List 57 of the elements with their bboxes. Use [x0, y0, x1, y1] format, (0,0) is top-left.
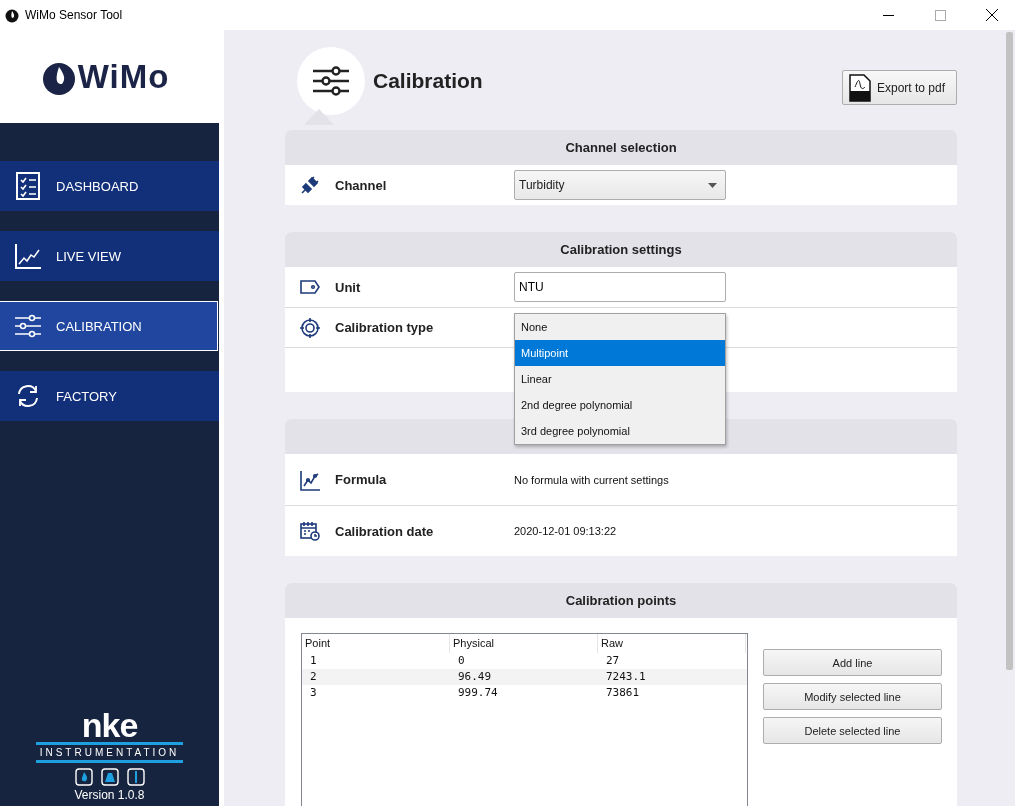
brand-logo-text: nke	[81, 710, 138, 740]
table-cell-text: 3	[309, 685, 318, 701]
dropdown-option[interactable]: None	[515, 314, 725, 340]
nav-item[interactable]: FACTORY	[0, 371, 219, 421]
section-title: Calibration settings	[560, 242, 682, 257]
row-label: Calibration type	[335, 320, 435, 335]
drop-icon	[74, 768, 93, 786]
buoy-icon	[100, 768, 119, 786]
dropdown-option[interactable]: 2nd degree polynomial	[515, 392, 725, 418]
sliders-icon	[313, 66, 349, 96]
dropdown-option[interactable]: Linear	[515, 366, 725, 392]
value-text: No formula with current settings	[514, 473, 669, 486]
action-button[interactable]: Add line	[763, 649, 942, 676]
version-text: Version 1.0.8	[74, 788, 145, 802]
target-icon	[299, 316, 321, 339]
brand-subtitle: INSTRUMENTATION	[35, 742, 184, 763]
table-cell-text: 7243.1	[605, 669, 647, 685]
nav-item[interactable]: DASHBOARD	[0, 161, 219, 211]
row-label: Formula	[335, 472, 388, 487]
checklist-icon	[14, 172, 42, 200]
logo-text: WiMo	[77, 57, 170, 96]
table-cell-text: 73861	[605, 685, 641, 701]
plug-icon	[299, 174, 321, 196]
table-cell-text: 2	[309, 669, 318, 685]
pdf-file-icon	[849, 73, 871, 102]
close-icon	[986, 9, 998, 21]
probe-icon	[126, 768, 145, 786]
table-cell-text: 27	[605, 653, 621, 669]
scrollbar-thumb[interactable]	[1005, 32, 1013, 670]
window-title: WiMo Sensor Tool	[25, 8, 124, 22]
unit-field[interactable]: NTU	[514, 272, 726, 302]
page-title: Calibration	[373, 68, 484, 94]
dropdown-option[interactable]: Multipoint	[515, 340, 725, 366]
row-label: Unit	[335, 279, 362, 295]
nav-item[interactable]: CALIBRATION	[0, 301, 218, 351]
minimize-icon	[882, 14, 894, 16]
row-label: Calibration date	[335, 523, 435, 539]
nav-item[interactable]: LIVE VIEW	[0, 231, 219, 281]
line-chart-icon	[14, 242, 42, 270]
channel-select[interactable]: Turbidity	[514, 170, 726, 200]
maximize-icon	[934, 9, 946, 21]
caret-icon	[708, 182, 717, 188]
section-title: Calibration points	[565, 593, 677, 608]
table-cell-text: 999.74	[457, 685, 499, 701]
export-button[interactable]: Export to pdf	[842, 70, 957, 105]
table-cell-text: 96.49	[457, 669, 493, 685]
chart-icon	[299, 468, 321, 491]
row-label: Channel	[335, 177, 388, 193]
value-text: 2020-12-01 09:13:22	[514, 525, 617, 537]
table-cell-text: 1	[309, 653, 318, 669]
action-button[interactable]: Modify selected line	[763, 683, 942, 710]
calendar-icon	[299, 520, 321, 542]
action-button[interactable]: Delete selected line	[763, 717, 942, 744]
section-title: Channel selection	[565, 140, 677, 155]
table-cell-text: 0	[457, 653, 466, 669]
sliders-icon	[14, 312, 42, 340]
drop-icon	[5, 7, 19, 23]
